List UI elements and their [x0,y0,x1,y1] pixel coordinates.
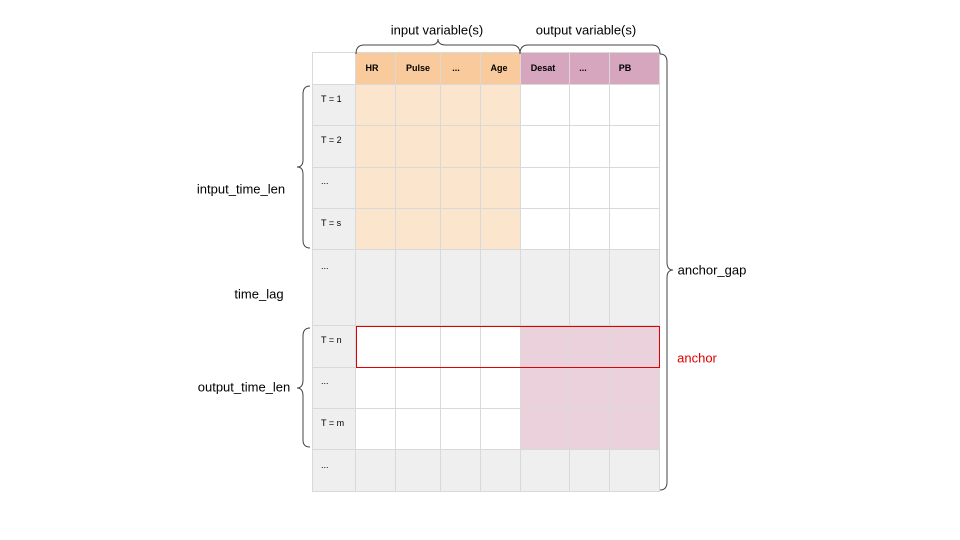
output-time-len-label: output_time_len [197,379,291,395]
braces-overlay [296,38,674,491]
time-lag-label: time_lag [234,286,284,302]
output-time-len-brace [296,327,311,448]
input-time-len-brace [296,85,311,249]
input-time-len-label: intput_time_len [196,181,286,197]
input-variables-brace [355,38,521,55]
output-variables-brace [519,44,661,55]
anchor-gap-label: anchor_gap [677,262,747,278]
anchor-gap-brace [659,53,674,491]
anchor-label: anchor [677,350,717,366]
